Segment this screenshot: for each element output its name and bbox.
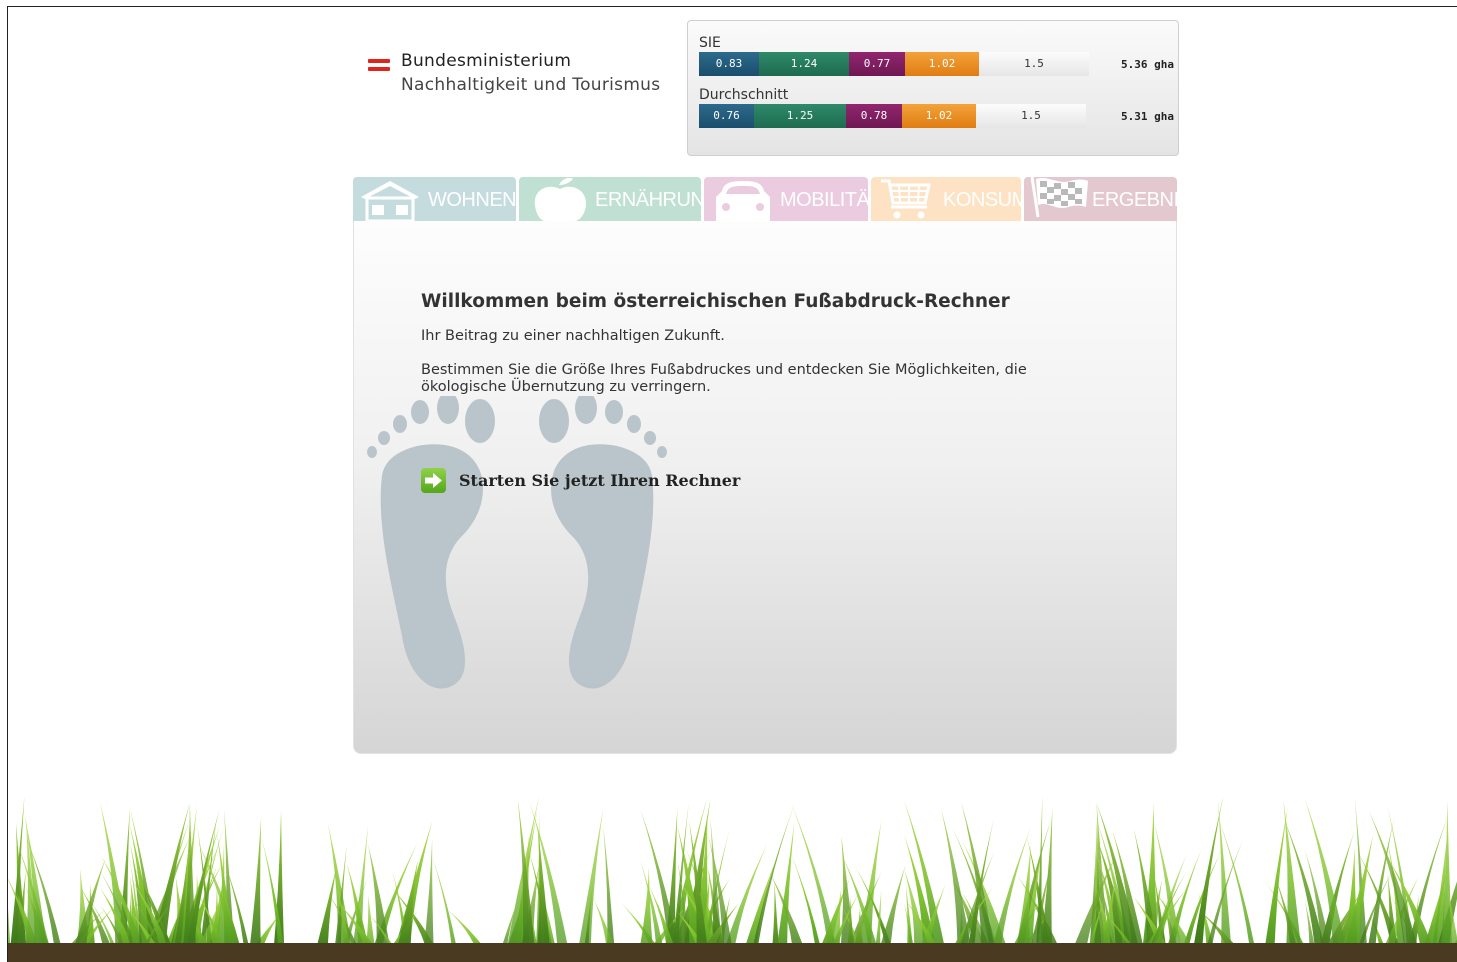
score-segment-ernaehrung: 1.25	[754, 104, 846, 128]
score-segment-konsum: 1.02	[902, 104, 976, 128]
score-segment-grundbedarf: 1.5	[979, 52, 1089, 76]
score-total: 5.36 gha	[1121, 58, 1174, 71]
tab-label: ERGEBNIS	[1092, 189, 1177, 211]
welcome-panel: Willkommen beim österreichischen Fußabdr…	[353, 221, 1177, 754]
arrow-right-icon	[421, 468, 446, 493]
score-segment-wohnen: 0.83	[699, 52, 759, 76]
car-icon	[716, 181, 770, 221]
tab-mobilitaet[interactable]: MOBILITÄT	[704, 177, 868, 221]
tab-wohnen[interactable]: WOHNEN	[353, 177, 516, 221]
tab-ernaehrung[interactable]: ERNÄHRUNG	[519, 177, 701, 221]
tab-konsum[interactable]: KONSUM	[871, 177, 1021, 221]
start-calculator-label: Starten Sie jetzt Ihren Rechner	[459, 471, 741, 490]
score-segment-konsum: 1.02	[905, 52, 979, 76]
tab-label: ERNÄHRUNG	[595, 189, 701, 211]
tab-label: KONSUM	[943, 189, 1021, 211]
grass-blade	[248, 817, 262, 962]
footprint-score-panel: SIE 0.83 1.24 0.77 1.02 1.5 5.36 gha Dur…	[687, 20, 1179, 156]
page-title: Willkommen beim österreichischen Fußabdr…	[421, 291, 1010, 312]
score-total: 5.31 gha	[1121, 110, 1174, 123]
footprints-icon	[367, 396, 667, 689]
page-description: Bestimmen Sie die Größe Ihres Fußabdruck…	[421, 362, 1027, 395]
score-segment-mobilitaet: 0.78	[846, 104, 902, 128]
apple-icon	[534, 177, 587, 221]
tab-label: WOHNEN	[428, 189, 516, 211]
austria-flag-icon	[368, 59, 390, 73]
score-row-label: Durchschnitt	[699, 87, 789, 103]
grass-blade	[1262, 806, 1288, 962]
grass-decoration	[8, 797, 1457, 962]
score-row-label: SIE	[699, 35, 721, 51]
cart-icon	[881, 179, 931, 219]
house-icon	[361, 181, 419, 221]
score-row-average: Durchschnitt 0.76 1.25 0.78 1.02 1.5 5.3…	[699, 87, 1174, 128]
grass-blade	[575, 808, 604, 962]
score-bar: 0.76 1.25 0.78 1.02 1.5	[699, 104, 1089, 128]
score-segment-grundbedarf: 1.5	[976, 104, 1086, 128]
score-bar: 0.83 1.24 0.77 1.02 1.5	[699, 52, 1089, 76]
tab-ergebnis[interactable]: ERGEBNIS	[1024, 177, 1177, 221]
checkered-flag-icon	[1030, 177, 1088, 218]
tab-label: MOBILITÄT	[780, 189, 868, 211]
page-frame: Bundesministerium Nachhaltigkeit und Tou…	[7, 6, 1457, 962]
start-calculator-button[interactable]: Starten Sie jetzt Ihren Rechner	[421, 468, 740, 493]
page-subtitle: Ihr Beitrag zu einer nachhaltigen Zukunf…	[421, 328, 725, 344]
score-segment-ernaehrung: 1.24	[759, 52, 849, 76]
category-tabs: WOHNEN ERNÄHRUNG MOBILITÄT	[353, 177, 1177, 221]
logo-line1: Bundesministerium	[401, 51, 572, 71]
logo-line2: Nachhaltigkeit und Tourismus	[401, 75, 661, 95]
score-segment-mobilitaet: 0.77	[849, 52, 905, 76]
score-segment-wohnen: 0.76	[699, 104, 754, 128]
grass-blade	[261, 835, 287, 962]
score-row-you: SIE 0.83 1.24 0.77 1.02 1.5 5.36 gha	[699, 35, 1174, 76]
